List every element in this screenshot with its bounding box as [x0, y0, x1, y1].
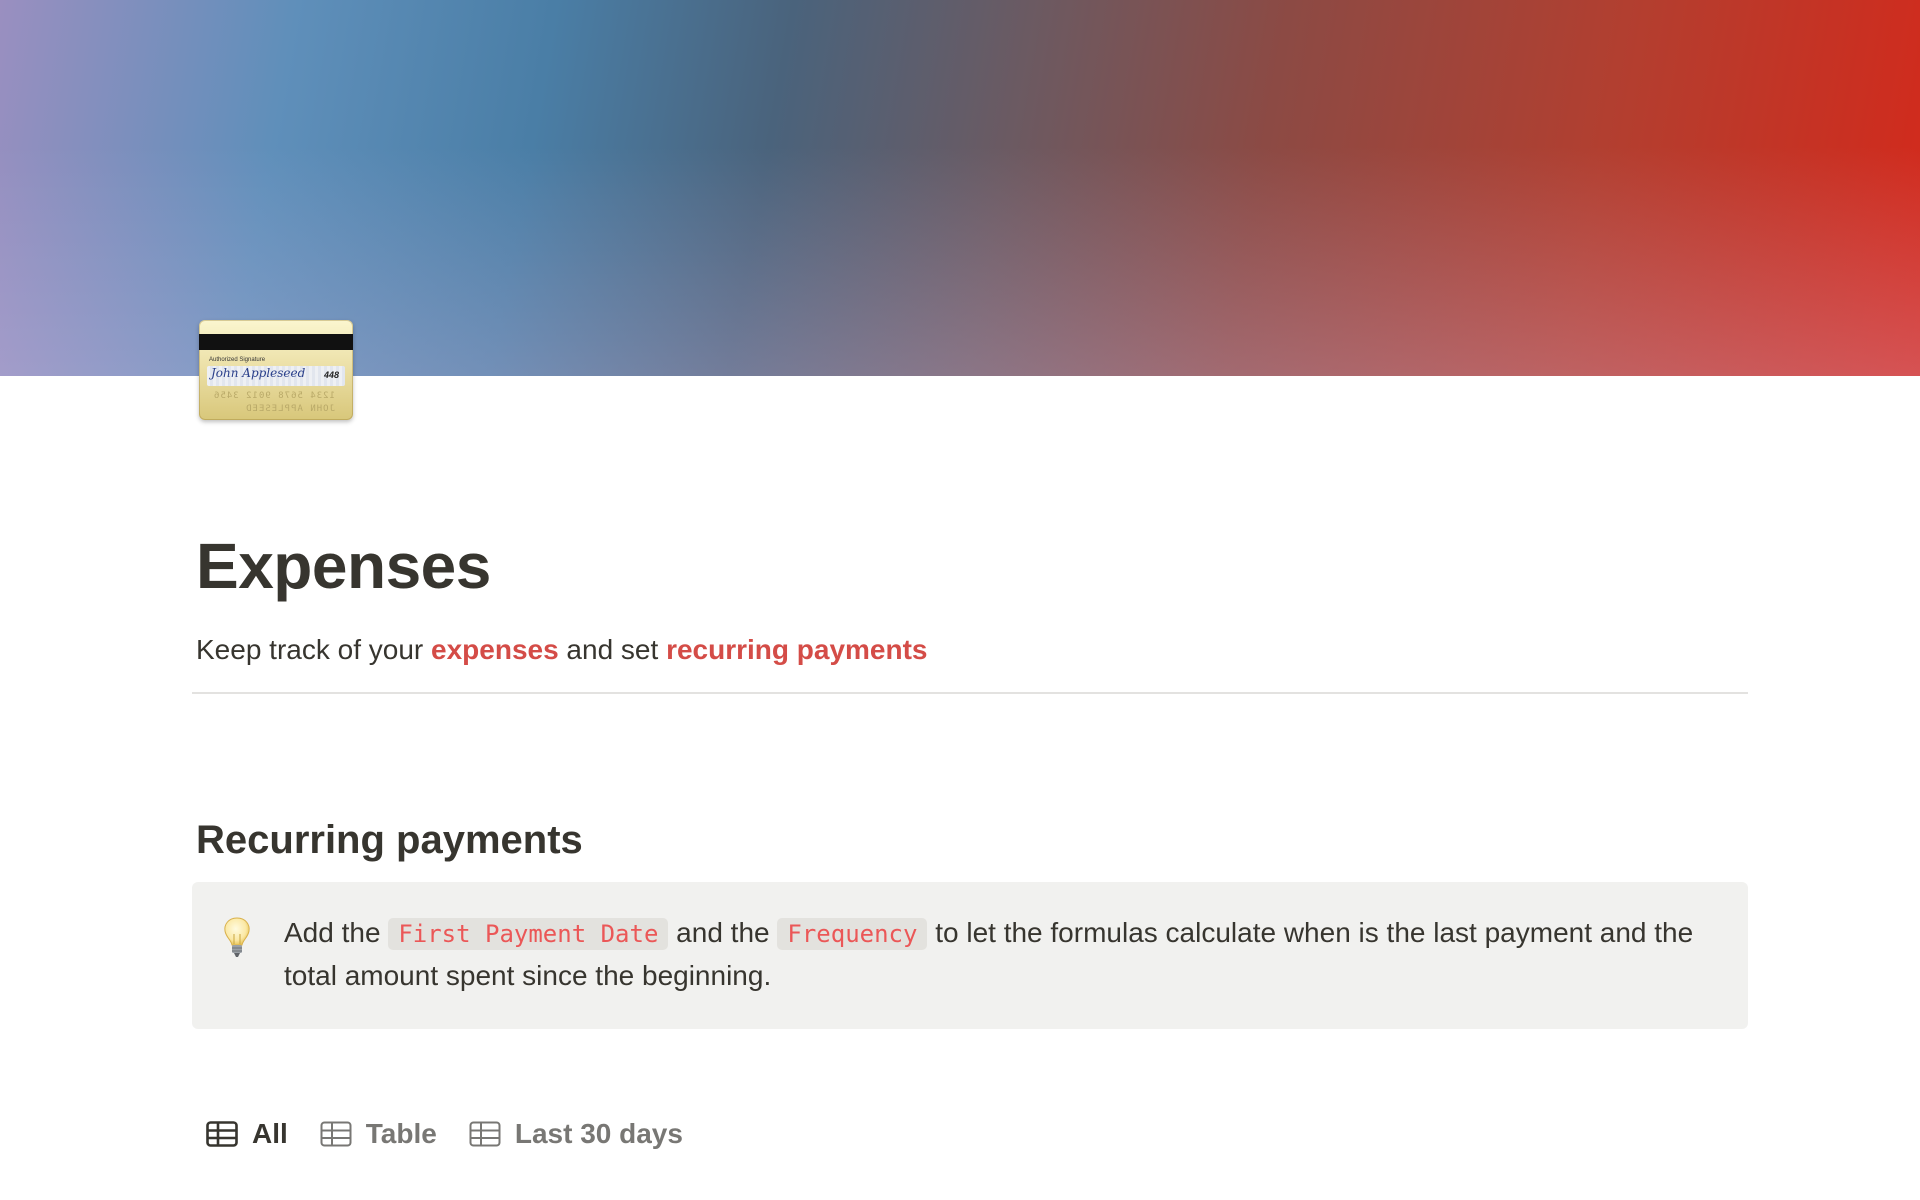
- expenses-highlight: expenses: [431, 634, 559, 665]
- tab-label: Table: [365, 1118, 437, 1149]
- tab-table[interactable]: Table: [320, 1118, 437, 1150]
- magnetic-stripe: [199, 334, 353, 350]
- page-description: Keep track of your expenses and set recu…: [196, 632, 927, 668]
- table-icon: [469, 1121, 501, 1147]
- description-text-1: Keep track of your: [196, 634, 432, 665]
- embossed-numbers: 1234 5678 9012 3456 JOHN APPLESEED: [213, 391, 335, 414]
- tab-all[interactable]: All: [206, 1118, 288, 1150]
- description-text-2: and set: [558, 634, 667, 665]
- inline-code-first-payment-date: First Payment Date: [388, 918, 669, 950]
- tab-label: All: [252, 1118, 288, 1149]
- callout-text-1: Add the: [284, 917, 389, 948]
- card-cvv: 448: [323, 370, 339, 380]
- page-title[interactable]: Expenses: [196, 528, 491, 605]
- divider: [192, 692, 1748, 694]
- tab-last-30-days[interactable]: Last 30 days: [469, 1118, 683, 1150]
- callout-block[interactable]: Add the First Payment Date and the Frequ…: [192, 882, 1748, 1029]
- callout-text-2: and the: [668, 917, 778, 948]
- lightbulb-icon[interactable]: [222, 916, 252, 960]
- signature-label: Authorized Signature: [209, 357, 266, 363]
- signature-name: John Appleseed: [211, 366, 306, 380]
- tab-label: Last 30 days: [514, 1118, 683, 1149]
- callout-text[interactable]: Add the First Payment Date and the Frequ…: [284, 912, 1714, 997]
- database-view-tabs: All Table Last 30 days: [206, 1118, 715, 1150]
- table-icon: [206, 1121, 238, 1147]
- credit-card-icon[interactable]: Authorized Signature John Appleseed 448 …: [199, 320, 353, 420]
- section-heading[interactable]: Recurring payments: [196, 812, 583, 868]
- table-icon: [320, 1121, 352, 1147]
- inline-code-frequency: Frequency: [777, 918, 928, 950]
- recurring-payments-highlight: recurring payments: [666, 634, 928, 665]
